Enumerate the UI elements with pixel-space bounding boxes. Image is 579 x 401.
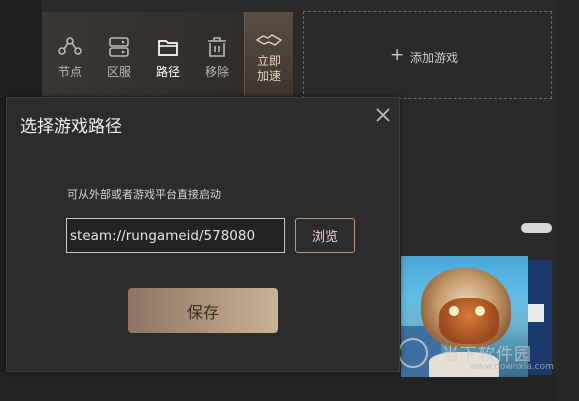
boost-label-line2: 加速 [256,69,281,83]
tool-path-label: 路径 [155,65,180,79]
game-path-input[interactable] [66,218,285,253]
tool-remove-label: 移除 [204,65,229,79]
tool-server[interactable]: 区服 [95,12,143,96]
browse-button[interactable]: 浏览 [295,218,355,253]
dialog-hint: 可从外部或者游戏平台直接启动 [67,188,221,201]
add-game-button[interactable]: + 添加游戏 [303,11,552,99]
add-game-label: 添加游戏 [410,51,459,65]
select-path-dialog: 选择游戏路径 可从外部或者游戏平台直接启动 浏览 保存 [6,97,400,372]
boost-button[interactable]: 立即 加速 [244,12,293,96]
right-edge [556,0,579,401]
watermark-url: www.downxia.com [470,362,554,372]
watermark-logo-icon [398,338,428,368]
watermark: 当下软件园 www.downxia.com [396,336,556,376]
nodes-icon [58,37,82,55]
close-button[interactable] [373,105,393,125]
tool-remove[interactable]: 移除 [193,12,241,96]
tool-server-label: 区服 [106,65,131,79]
tool-nodes[interactable]: 节点 [46,12,94,96]
dialog-title: 选择游戏路径 [20,117,122,137]
plus-icon: + [390,45,405,65]
close-icon [376,108,390,122]
scroll-pill[interactable] [521,223,552,233]
save-button[interactable]: 保存 [128,288,278,333]
tool-path[interactable]: 路径 [144,12,192,96]
tool-nodes-label: 节点 [57,65,82,79]
folder-icon [158,40,178,56]
server-icon [109,37,129,57]
handshake-icon [255,34,283,46]
boost-label: 立即 加速 [245,54,293,84]
trash-icon [208,37,226,57]
boost-label-line1: 立即 [256,54,281,68]
